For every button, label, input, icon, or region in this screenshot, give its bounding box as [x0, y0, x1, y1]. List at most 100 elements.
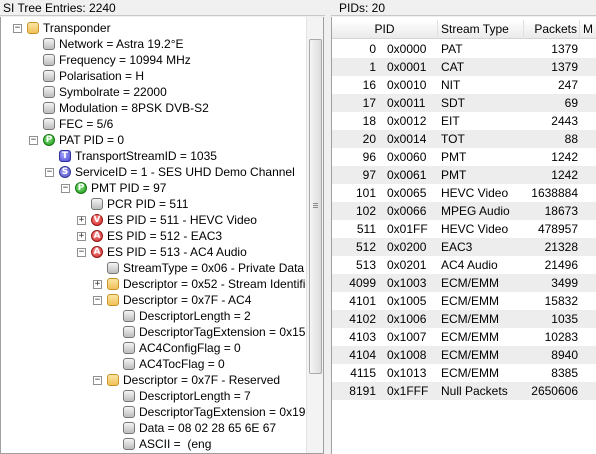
pid-row[interactable]: 512 0x0200 EAC3 21328 [332, 238, 596, 256]
tree-node[interactable]: T TransportStreamID = 1035 [1, 148, 306, 164]
tree-node[interactable]: − A ES PID = 513 - AC4 Audio [1, 244, 306, 260]
tree-scrollbar-thumb[interactable] [309, 39, 322, 374]
pid-hex: 0x0060 [387, 150, 427, 164]
pid-row[interactable]: 101 0x0065 HEVC Video 1638884 [332, 184, 596, 202]
tree-node[interactable]: − S ServiceID = 1 - SES UHD Demo Channel [1, 164, 306, 180]
pid-hex: 0x1005 [387, 294, 427, 308]
tree-node[interactable]: − P PMT PID = 97 [1, 180, 306, 196]
pid-row[interactable]: 511 0x01FF HEVC Video 478957 [332, 220, 596, 238]
pid-list-view[interactable]: PID Stream Type Packets M 0 0x0000 PAT 1379… [331, 17, 596, 454]
tree-node[interactable]: + A ES PID = 512 - EAC3 [1, 228, 306, 244]
collapse-icon[interactable]: − [61, 184, 70, 193]
tree-node[interactable]: − P PAT PID = 0 [1, 132, 306, 148]
collapse-icon[interactable]: − [13, 24, 22, 33]
si-tree-view[interactable]: − Transponder Network = Astra 19.2°E Freque… [0, 17, 324, 454]
pid-row[interactable]: 20 0x0014 TOT 88 [332, 130, 596, 148]
folder-icon [107, 374, 119, 386]
tree-node-label: Polarisation = H [59, 69, 145, 83]
tree-node-label: TransportStreamID = 1035 [75, 149, 217, 163]
pid-row[interactable]: 4103 0x1007 ECM/EMM 10283 [332, 328, 596, 346]
tree-node[interactable]: Network = Astra 19.2°E [1, 36, 306, 52]
tree-node[interactable]: DescriptorTagExtension = 0x15 [1, 324, 306, 340]
transport-stream-t-icon: T [59, 150, 71, 162]
tree-node[interactable]: PCR PID = 511 [1, 196, 306, 212]
pid-hex: 0x01FF [387, 222, 428, 236]
tree-node[interactable]: + V ES PID = 511 - HEVC Video [1, 212, 306, 228]
pid-row[interactable]: 18 0x0012 EIT 2443 [332, 112, 596, 130]
pid-row[interactable]: 17 0x0011 SDT 69 [332, 94, 596, 112]
pid-hex: 0x1008 [387, 348, 427, 362]
pid-hex: 0x0011 [387, 96, 426, 110]
column-pid[interactable]: PID [332, 20, 438, 39]
tree-node[interactable]: StreamType = 0x06 - Private Data PES [1, 260, 323, 276]
collapse-icon[interactable]: − [93, 296, 102, 305]
expand-icon[interactable]: + [77, 216, 86, 225]
tree-node[interactable]: DescriptorLength = 2 [1, 308, 306, 324]
packet-count: 1242 [551, 150, 578, 164]
pid-row[interactable]: 4099 0x1003 ECM/EMM 3499 [332, 274, 596, 292]
tree-node[interactable]: FEC = 5/6 [1, 116, 306, 132]
tree-node[interactable]: − Transponder [1, 20, 306, 36]
tree-node-label: Descriptor = 0x7F - AC4 [123, 293, 252, 307]
tree-node[interactable]: AC4TocFlag = 0 [1, 356, 306, 372]
tree-node[interactable]: Data = 08 02 28 65 6E 67 [1, 420, 306, 436]
collapse-icon[interactable]: − [29, 136, 38, 145]
tree-node-label: Transponder [43, 21, 111, 35]
stream-type: EAC3 [441, 240, 473, 254]
expand-icon[interactable]: + [77, 232, 86, 241]
tree-node[interactable]: Polarisation = H [1, 68, 306, 84]
tree-node[interactable]: − Descriptor = 0x7F - AC4 [1, 292, 306, 308]
tree-node[interactable]: AC4ConfigFlag = 0 [1, 340, 306, 356]
grip-line [313, 205, 318, 206]
pid-row[interactable]: 513 0x0201 AC4 Audio 21496 [332, 256, 596, 274]
tree-vertical-scrollbar[interactable] [306, 17, 323, 453]
pid-row[interactable]: 8191 0x1FFF Null Packets 2650606 [332, 382, 596, 400]
leaf-node-icon [123, 422, 135, 434]
pid-row[interactable]: 96 0x0060 PMT 1242 [332, 148, 596, 166]
pid-row[interactable]: 4102 0x1006 ECM/EMM 1035 [332, 310, 596, 328]
tree-node[interactable]: ASCII = (eng [1, 436, 306, 452]
tree-node[interactable]: + Descriptor = 0x52 - Stream Identifier [1, 276, 316, 292]
column-packets[interactable]: Packets [524, 20, 580, 39]
pid-row[interactable]: 4104 0x1008 ECM/EMM 8940 [332, 346, 596, 364]
stream-type: MPEG Audio [441, 204, 510, 218]
pid-row[interactable]: 0 0x0000 PAT 1379 [332, 40, 596, 58]
tree-node[interactable]: Frequency = 10994 MHz [1, 52, 306, 68]
pid-row[interactable]: 1 0x0001 CAT 1379 [332, 58, 596, 76]
leaf-node-icon [43, 118, 55, 130]
pid-hex: 0x0066 [387, 204, 427, 218]
expand-icon[interactable]: + [93, 280, 102, 289]
tree-node[interactable]: DescriptorLength = 7 [1, 388, 306, 404]
tree-node[interactable]: Modulation = 8PSK DVB-S2 [1, 100, 306, 116]
tree-node[interactable]: DescriptorTagExtension = 0x19 [1, 404, 306, 420]
packet-count: 247 [557, 78, 578, 92]
pid-hex: 0x0012 [387, 114, 427, 128]
tree-node-label: Modulation = 8PSK DVB-S2 [59, 101, 209, 115]
collapse-icon[interactable]: − [45, 168, 54, 177]
leaf-node-icon [107, 262, 119, 274]
pid-row[interactable]: 102 0x0066 MPEG Audio 18673 [332, 202, 596, 220]
tree-node[interactable]: Symbolrate = 22000 [1, 84, 306, 100]
tree-node-label: DescriptorLength = 7 [139, 389, 251, 403]
column-m[interactable]: M [580, 20, 596, 39]
tree-node-label: AC4TocFlag = 0 [139, 357, 225, 371]
leaf-node-icon [123, 406, 135, 418]
pid-decimal: 101 [355, 186, 376, 200]
pid-row[interactable]: 97 0x0061 PMT 1242 [332, 166, 596, 184]
pid-decimal: 20 [362, 132, 376, 146]
pid-decimal: 4115 [350, 366, 376, 380]
pid-list-title: PIDs: 20 [339, 1, 386, 15]
pid-row[interactable]: 4115 0x1013 ECM/EMM 8385 [332, 364, 596, 382]
stream-type: ECM/EMM [441, 366, 499, 380]
collapse-icon[interactable]: − [93, 376, 102, 385]
leaf-node-icon [43, 86, 55, 98]
tree-node-label: Descriptor = 0x52 - Stream Identifier [123, 277, 317, 291]
pid-row[interactable]: 4101 0x1005 ECM/EMM 15832 [332, 292, 596, 310]
tree-node-label: StreamType = 0x06 - Private Data PES [123, 261, 324, 275]
column-stream-type[interactable]: Stream Type [438, 20, 524, 39]
stream-type: HEVC Video [441, 186, 509, 200]
stream-type: PMT [441, 150, 467, 164]
pid-row[interactable]: 16 0x0010 NIT 247 [332, 76, 596, 94]
collapse-icon[interactable]: − [77, 248, 86, 257]
tree-node[interactable]: − Descriptor = 0x7F - Reserved [1, 372, 306, 388]
